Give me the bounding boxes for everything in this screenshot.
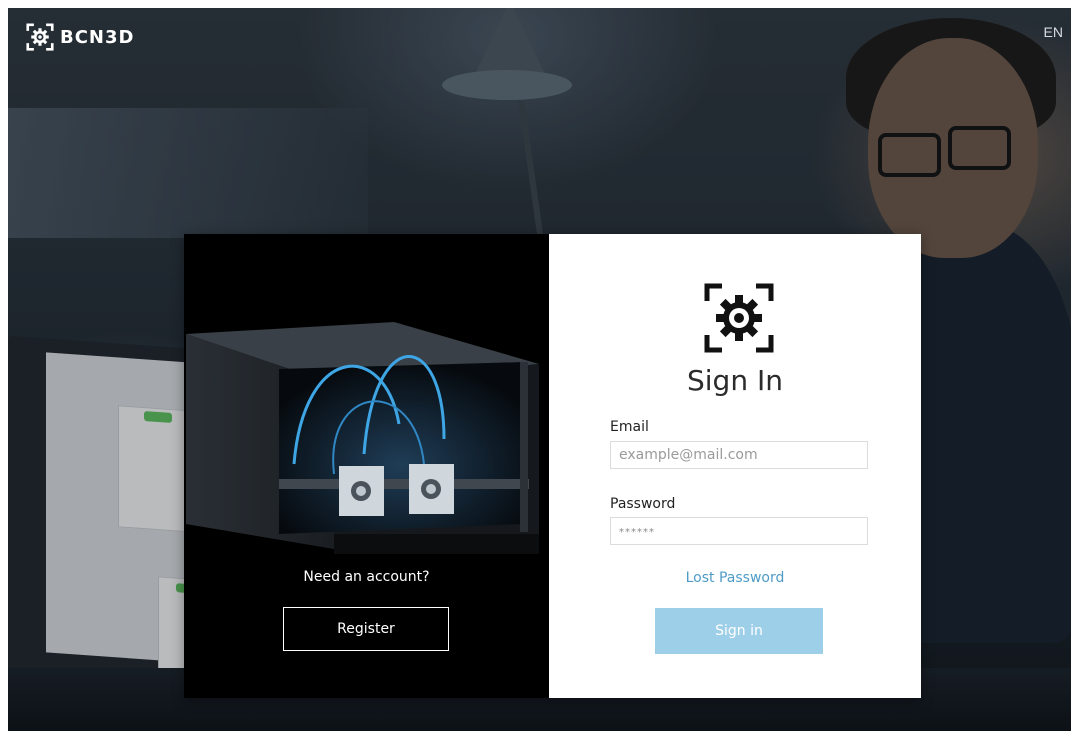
signin-button[interactable]: Sign in bbox=[655, 608, 823, 654]
language-selector[interactable]: EN bbox=[1044, 24, 1063, 40]
login-card: Need an account? Register Sign In Email … bbox=[184, 234, 921, 698]
password-label: Password bbox=[610, 496, 676, 512]
email-field[interactable] bbox=[610, 441, 868, 469]
signin-panel: Sign In Email Password Lost Password Sig… bbox=[549, 234, 921, 698]
signin-title: Sign In bbox=[687, 364, 783, 397]
top-bar: BCN3D EN bbox=[8, 8, 1071, 56]
email-label: Email bbox=[610, 419, 649, 435]
gear-in-brackets-icon bbox=[26, 23, 54, 51]
3d-printer-image bbox=[184, 234, 549, 574]
lost-password-link[interactable]: Lost Password bbox=[549, 570, 921, 586]
password-field[interactable] bbox=[610, 517, 868, 545]
brand-logo[interactable]: BCN3D bbox=[26, 23, 134, 51]
brand-name: BCN3D bbox=[60, 26, 135, 48]
register-panel: Need an account? Register bbox=[184, 234, 549, 698]
need-account-text: Need an account? bbox=[303, 569, 430, 585]
register-button[interactable]: Register bbox=[283, 607, 449, 651]
gear-in-brackets-icon bbox=[704, 283, 774, 353]
